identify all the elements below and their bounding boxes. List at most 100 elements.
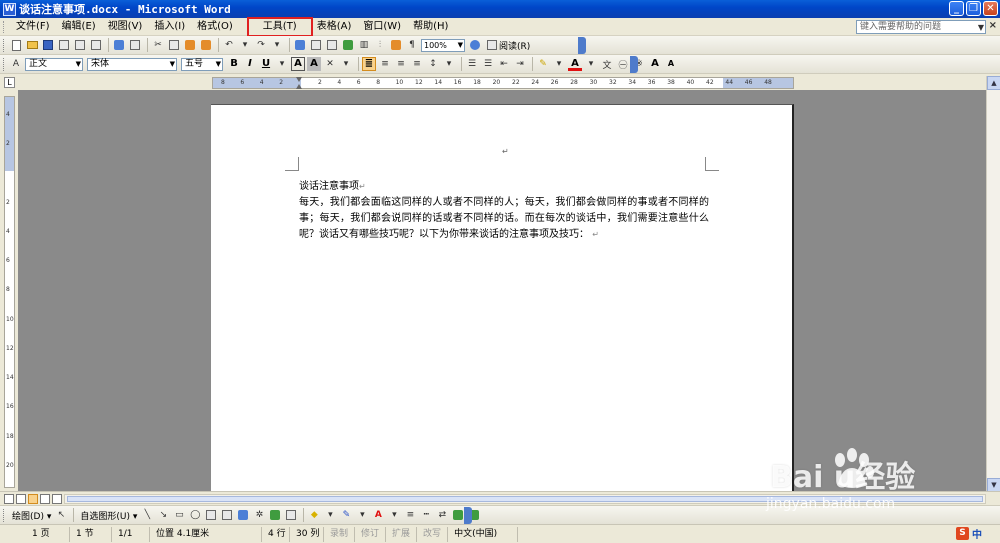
help-search-input[interactable]: 键入需要帮助的问题 ▼ xyxy=(856,20,986,34)
open-folder-icon[interactable] xyxy=(25,38,39,52)
hyperlink-icon[interactable] xyxy=(293,38,307,52)
word-app-icon[interactable]: W xyxy=(3,2,16,16)
text-box-icon[interactable] xyxy=(204,508,218,522)
picture-icon[interactable] xyxy=(284,508,298,522)
arrow-style-icon[interactable]: ⇄ xyxy=(435,508,449,522)
print-layout-button[interactable] xyxy=(28,493,38,504)
bullets-icon[interactable]: ☰ xyxy=(481,57,495,71)
toolbar-options-icon[interactable] xyxy=(578,37,586,54)
menu-edit[interactable]: 编辑(E) xyxy=(56,19,102,35)
font-color-button[interactable]: A xyxy=(568,57,582,71)
toolbar-grip[interactable] xyxy=(3,38,6,52)
outline-view-button[interactable] xyxy=(40,493,50,504)
line-color-icon[interactable]: ✎ xyxy=(339,508,353,522)
copy-icon[interactable] xyxy=(167,38,181,52)
toolbar-grip[interactable] xyxy=(3,508,6,522)
scroll-up-arrow[interactable]: ▲ xyxy=(987,76,1000,90)
paste-icon[interactable] xyxy=(183,38,197,52)
menu-window[interactable]: 窗口(W) xyxy=(357,19,407,35)
increase-indent-icon[interactable]: ⇥ xyxy=(513,57,527,71)
undo-icon[interactable]: ↶ xyxy=(222,38,236,52)
menu-file[interactable]: 文件(F) xyxy=(10,19,56,35)
chevron-down-icon[interactable]: ▼ xyxy=(216,59,221,70)
chevron-down-icon[interactable]: ▾ xyxy=(387,508,401,522)
vertical-ruler[interactable]: 4 2 2 4 6 8 10 12 14 16 18 20 xyxy=(4,96,15,488)
insert-table-icon[interactable] xyxy=(325,38,339,52)
ime-mode[interactable]: 中 xyxy=(972,526,982,541)
chevron-down-icon[interactable]: ▾ xyxy=(584,57,598,71)
toolbar-options-icon[interactable] xyxy=(630,56,638,73)
chevron-down-icon[interactable]: ▾ xyxy=(238,38,252,52)
sogou-ime-icon[interactable]: S xyxy=(956,527,969,540)
styles-pane-icon[interactable]: A xyxy=(9,57,23,71)
line-spacing-icon[interactable]: ↕ xyxy=(426,57,440,71)
char-border-button[interactable]: A xyxy=(291,57,305,71)
redo-icon[interactable]: ↷ xyxy=(254,38,268,52)
tables-borders-icon[interactable] xyxy=(309,38,323,52)
phonetic-guide-icon[interactable]: 文 xyxy=(600,57,614,71)
rectangle-icon[interactable]: ▭ xyxy=(172,508,186,522)
font-size-select[interactable]: 五号 ▼ xyxy=(181,57,223,71)
minimize-button[interactable]: _ xyxy=(949,1,964,16)
show-hide-icon[interactable]: ¶ xyxy=(405,38,419,52)
align-right-icon[interactable]: ≡ xyxy=(394,57,408,71)
vertical-text-box-icon[interactable] xyxy=(220,508,234,522)
line-icon[interactable]: ╲ xyxy=(140,508,154,522)
restore-button[interactable]: ❐ xyxy=(966,1,981,16)
read-button[interactable]: 阅读(R) xyxy=(484,38,533,52)
horizontal-scrollbar[interactable] xyxy=(64,494,986,504)
format-painter-icon[interactable] xyxy=(199,38,213,52)
italic-button[interactable]: I xyxy=(243,57,257,71)
toolbar-grip[interactable] xyxy=(3,57,6,71)
close-document-icon[interactable]: × xyxy=(989,20,997,31)
print-icon[interactable] xyxy=(73,38,87,52)
close-button[interactable]: ✕ xyxy=(983,1,998,16)
chevron-down-icon[interactable]: ▾ xyxy=(339,57,353,71)
status-extend[interactable]: 扩展 xyxy=(386,526,418,542)
chevron-down-icon[interactable]: ▾ xyxy=(275,57,289,71)
horizontal-scroll-thumb[interactable] xyxy=(67,496,983,502)
menubar-grip[interactable] xyxy=(3,20,6,33)
status-record[interactable]: 录制 xyxy=(324,526,356,542)
distribute-icon[interactable]: ≡ xyxy=(410,57,424,71)
chevron-down-icon[interactable]: ▼ xyxy=(978,22,984,34)
chevron-down-icon[interactable]: ▼ xyxy=(76,59,81,70)
oval-icon[interactable]: ◯ xyxy=(188,508,202,522)
chevron-down-icon[interactable]: ▼ xyxy=(458,40,463,51)
diagram-icon[interactable]: ✲ xyxy=(252,508,266,522)
numbering-icon[interactable]: ☰ xyxy=(465,57,479,71)
vertical-scrollbar[interactable]: ▲ ▼ xyxy=(986,76,1000,492)
fill-color-icon[interactable]: ◆ xyxy=(307,508,321,522)
research-icon[interactable] xyxy=(128,38,142,52)
spelling-icon[interactable] xyxy=(112,38,126,52)
scroll-down-arrow[interactable]: ▼ xyxy=(987,478,1000,492)
help-icon[interactable] xyxy=(468,38,482,52)
document-body[interactable]: 谈话注意事项↵ 每天，我们都会面临这同样的人或者不同样的人；每天，我们都会做同样… xyxy=(299,179,709,243)
save-icon[interactable] xyxy=(41,38,55,52)
permission-icon[interactable] xyxy=(57,38,71,52)
select-objects-icon[interactable]: ↖ xyxy=(54,508,68,522)
menu-insert[interactable]: 插入(I) xyxy=(148,19,191,35)
menu-help[interactable]: 帮助(H) xyxy=(407,19,454,35)
wordart-icon[interactable] xyxy=(236,508,250,522)
decrease-indent-icon[interactable]: ⇤ xyxy=(497,57,511,71)
document-page[interactable]: ↵ 谈话注意事项↵ 每天，我们都会面临这同样的人或者不同样的人；每天，我们都会做… xyxy=(211,104,794,491)
zoom-select[interactable]: 100% ▼ xyxy=(421,38,465,52)
reading-view-button[interactable] xyxy=(52,493,62,504)
draw-menu-button[interactable]: 绘图(D) ▾ xyxy=(9,509,54,522)
web-view-button[interactable] xyxy=(16,493,26,504)
document-map-icon[interactable] xyxy=(389,38,403,52)
enclose-char-icon[interactable]: ㊀ xyxy=(616,57,630,71)
tab-selector[interactable]: L xyxy=(4,77,15,88)
grow-font-button[interactable]: A xyxy=(648,57,662,71)
status-overtype[interactable]: 改写 xyxy=(417,526,449,542)
print-preview-icon[interactable] xyxy=(89,38,103,52)
status-track-changes[interactable]: 修订 xyxy=(355,526,387,542)
font-select[interactable]: 宋体 ▼ xyxy=(87,57,177,71)
char-scaling-icon[interactable]: ✕ xyxy=(323,57,337,71)
autoshapes-menu-button[interactable]: 自选图形(U) ▾ xyxy=(77,509,140,522)
menu-tools[interactable]: 工具(T) xyxy=(246,16,313,37)
bold-button[interactable]: B xyxy=(227,57,241,71)
dash-style-icon[interactable]: ┅ xyxy=(419,508,433,522)
normal-view-button[interactable] xyxy=(4,493,14,504)
